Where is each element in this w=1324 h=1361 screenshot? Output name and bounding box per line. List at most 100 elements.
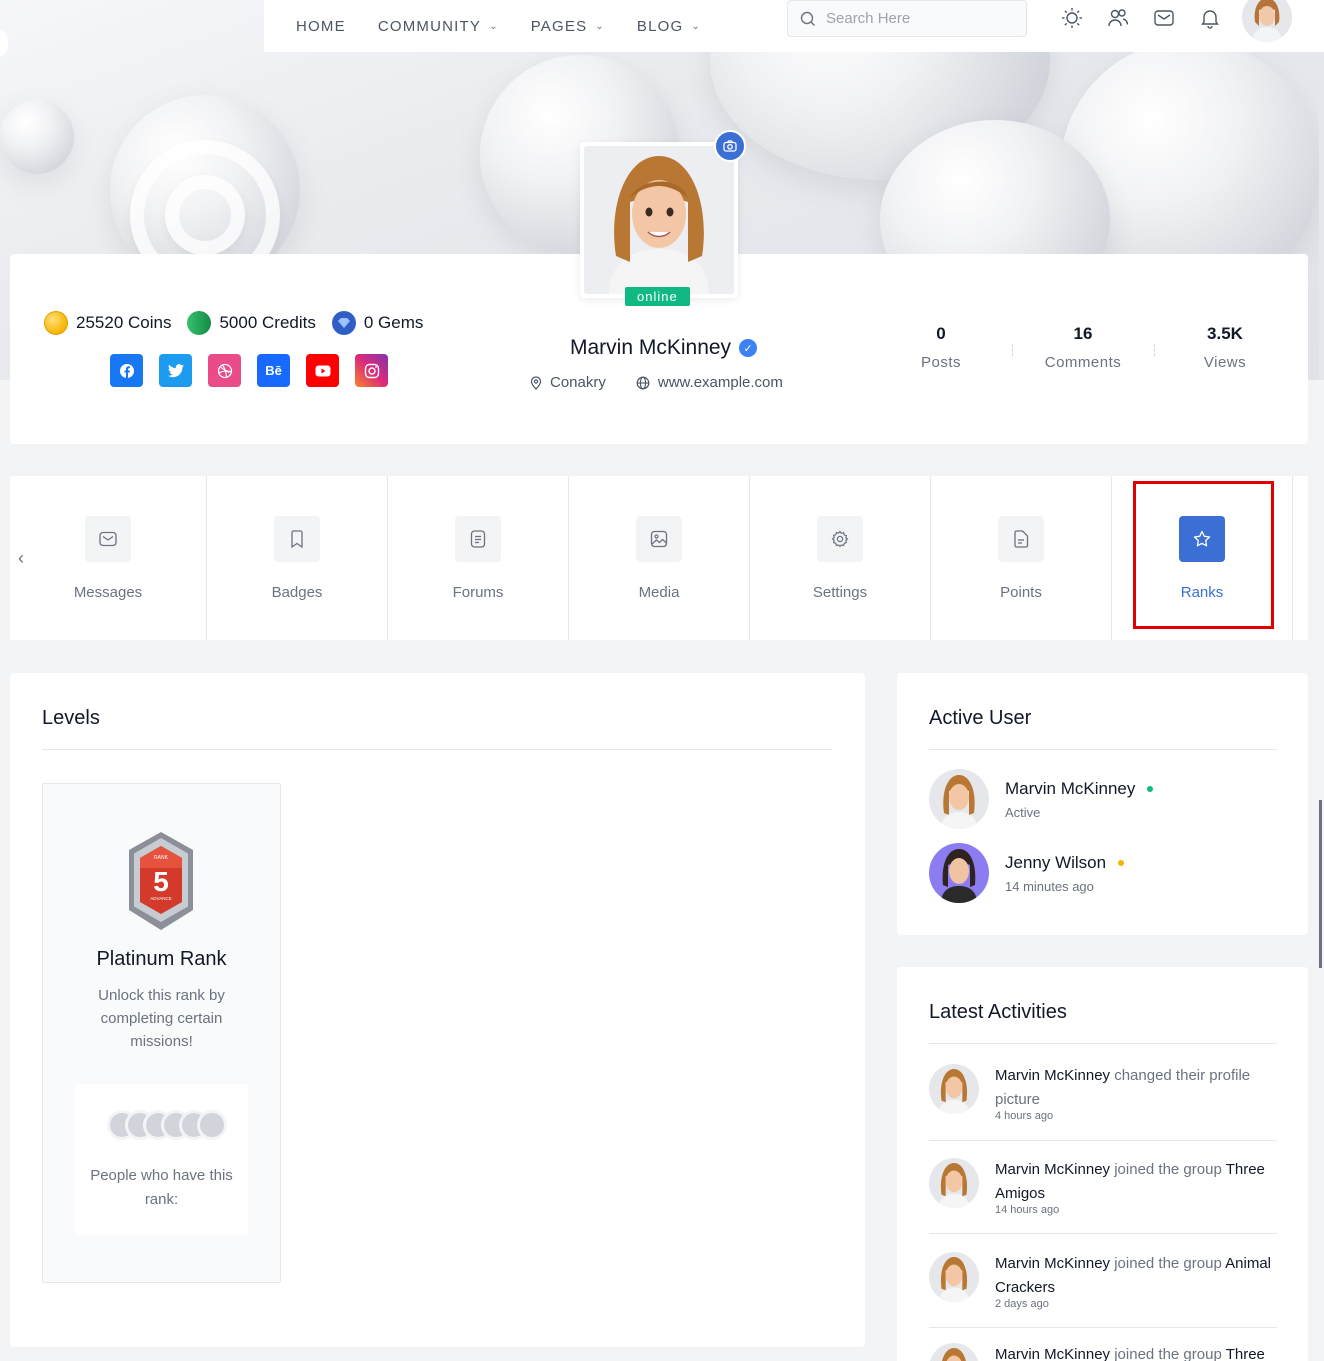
online-status-badge: online (625, 287, 690, 306)
user-name: Jenny Wilson (1005, 852, 1107, 872)
file-icon (998, 515, 1044, 562)
nav-pages[interactable]: PAGES ⌄ (531, 18, 605, 35)
tab-forums[interactable]: Forums (388, 476, 569, 640)
active-user-item[interactable]: Jenny Wilson 14 minutes ago (929, 843, 1125, 903)
cover-sphere (0, 100, 74, 174)
divider (929, 749, 1277, 750)
chevron-down-icon: ⌄ (595, 20, 605, 32)
activities-title: Latest Activities (929, 1001, 1067, 1023)
twitter-icon[interactable] (159, 354, 192, 387)
tab-ranks[interactable]: Ranks (1112, 476, 1293, 640)
behance-icon[interactable]: Bē (257, 354, 290, 387)
users-icon[interactable] (1106, 6, 1130, 30)
camera-icon[interactable] (714, 130, 746, 162)
activity-time: 4 hours ago (995, 1110, 1054, 1122)
levels-title: Levels (42, 707, 100, 729)
nav-blog[interactable]: BLOG ⌄ (637, 18, 701, 35)
svg-text:RANK: RANK (154, 855, 169, 861)
cover-ring (165, 175, 245, 255)
user-name: Marvin McKinney (1005, 778, 1136, 798)
mail-icon[interactable] (1152, 6, 1176, 30)
bookmark-icon (274, 515, 320, 562)
chevron-left-icon[interactable]: ‹ (18, 548, 24, 569)
location-pin-icon (530, 375, 542, 390)
divider (42, 749, 832, 750)
stat-comments[interactable]: 16 Comments (1012, 324, 1154, 371)
search-box (787, 0, 1027, 37)
active-users-title: Active User (929, 707, 1032, 729)
profile-tabs: ‹ Messages Badges Forums Media Settings … (10, 476, 1308, 640)
divider (929, 1327, 1277, 1328)
user-status: Active (1005, 804, 1041, 820)
divider (929, 1140, 1277, 1141)
rank-holder-avatars (107, 1110, 227, 1140)
activity-item[interactable]: Marvin McKinney joined the group Three (929, 1343, 1277, 1361)
globe-icon (636, 376, 650, 389)
divider (929, 1043, 1277, 1044)
profile-location: Conakry (530, 374, 606, 391)
stat-posts[interactable]: 0 Posts (870, 324, 1012, 371)
youtube-icon[interactable] (306, 354, 339, 387)
status-dot (1147, 785, 1154, 792)
nav-home[interactable]: HOME (296, 18, 346, 35)
currency-credits: 5000 Credits (187, 311, 316, 335)
tab-settings[interactable]: Settings (750, 476, 931, 640)
nav-community[interactable]: COMMUNITY ⌄ (378, 18, 499, 35)
profile-stats: 0 Posts 16 Comments 3.5K Views (870, 324, 1296, 371)
image-icon (636, 515, 682, 562)
currency-list: 25520 Coins 5000 Credits 0 Gems (44, 311, 423, 335)
star-icon (1179, 515, 1225, 562)
latest-activities-card: Latest Activities Marvin McKinney change… (897, 967, 1308, 1361)
chevron-down-icon: ⌄ (489, 20, 499, 32)
rank-title: Platinum Rank (96, 948, 227, 970)
user-avatar-menu[interactable] (1242, 0, 1292, 42)
activity-item[interactable]: Marvin McKinney joined the group Three A… (929, 1158, 1277, 1216)
activity-time: 2 days ago (995, 1298, 1049, 1310)
mail-icon (85, 515, 131, 562)
profile-name: Marvin McKinney (570, 336, 732, 359)
svg-text:5: 5 (153, 866, 169, 897)
tab-messages[interactable]: Messages (10, 476, 207, 640)
rank-holders-label: People who have this rank: (90, 1167, 233, 1208)
avatar (584, 146, 734, 294)
search-input[interactable] (826, 10, 1006, 27)
tab-media[interactable]: Media (569, 476, 750, 640)
activity-actor[interactable]: Marvin McKinney (995, 1255, 1110, 1272)
avatar (929, 1343, 979, 1361)
activity-item[interactable]: Marvin McKinney changed their profile pi… (929, 1064, 1277, 1122)
verified-icon: ✓ (739, 339, 758, 357)
levels-card: Levels RANK 5 ADVANCE Platinum Rank Unlo… (10, 673, 865, 1347)
credit-icon (187, 311, 212, 335)
dribbble-icon[interactable] (208, 354, 241, 387)
activity-actor[interactable]: Marvin McKinney (995, 1067, 1110, 1084)
sun-icon[interactable] (1060, 6, 1084, 30)
rank-holders-box: People who have this rank: (75, 1084, 248, 1235)
stat-views[interactable]: 3.5K Views (1154, 324, 1296, 371)
avatar (929, 769, 989, 829)
activity-action: joined the group (1110, 1255, 1226, 1272)
instagram-icon[interactable] (355, 354, 388, 387)
scrollbar-thumb[interactable] (1319, 800, 1322, 968)
profile-website[interactable]: www.example.com (636, 374, 783, 391)
social-links: Bē (110, 354, 388, 387)
svg-text:ADVANCE: ADVANCE (150, 896, 171, 901)
currency-gems: 0 Gems (331, 311, 423, 335)
search-icon (800, 11, 815, 26)
coin-icon (44, 311, 68, 335)
bell-icon[interactable] (1198, 6, 1222, 30)
scrollbar-track[interactable] (1319, 0, 1324, 380)
activity-item[interactable]: Marvin McKinney joined the group Animal … (929, 1252, 1277, 1310)
activity-actor[interactable]: Marvin McKinney (995, 1161, 1110, 1178)
chevron-down-icon: ⌄ (691, 20, 701, 32)
tab-badges[interactable]: Badges (207, 476, 388, 640)
avatar (929, 1252, 979, 1302)
avatar (929, 1064, 979, 1114)
rank-card[interactable]: RANK 5 ADVANCE Platinum Rank Unlock this… (42, 783, 281, 1283)
active-user-item[interactable]: Marvin McKinney Active (929, 769, 1154, 829)
currency-coins: 25520 Coins (44, 311, 171, 335)
activity-target[interactable]: Three (1226, 1346, 1265, 1361)
tab-points[interactable]: Points (931, 476, 1112, 640)
activity-actor[interactable]: Marvin McKinney (995, 1346, 1110, 1361)
facebook-icon[interactable] (110, 354, 143, 387)
avatar (929, 1158, 979, 1208)
